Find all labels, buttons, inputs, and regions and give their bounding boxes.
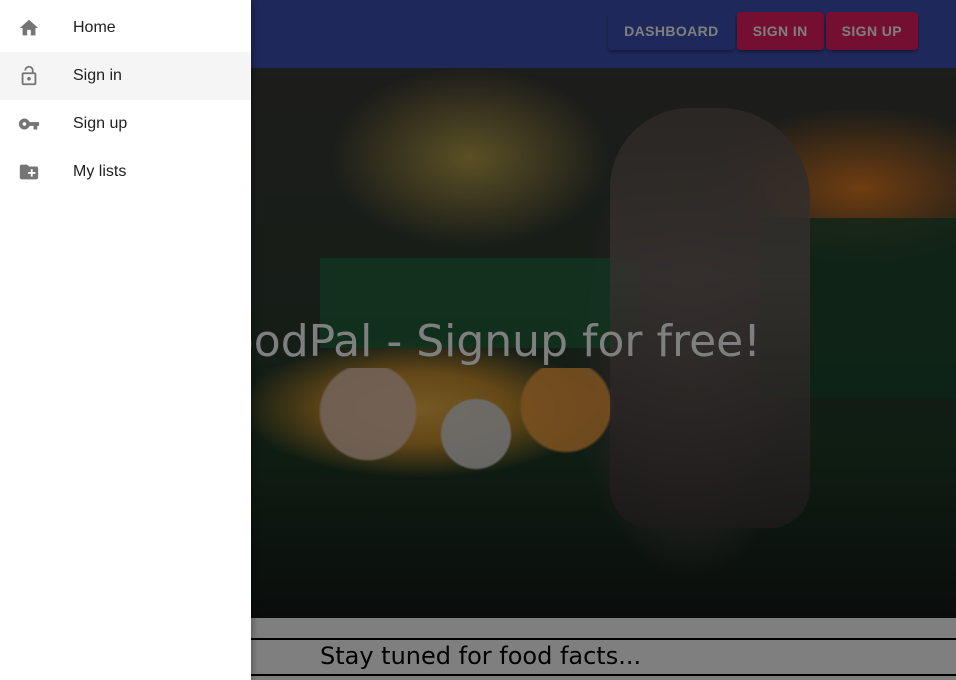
drawer-item-sign-up[interactable]: Sign up: [0, 100, 251, 148]
key-icon: [1, 113, 57, 135]
home-icon: [1, 17, 57, 39]
drawer-list: Home Sign in Sign up My lists: [0, 0, 251, 196]
folder-add-icon: [1, 161, 57, 183]
drawer-item-home[interactable]: Home: [0, 4, 251, 52]
lock-open-icon: [1, 65, 57, 87]
drawer-item-label: Home: [73, 19, 116, 36]
drawer-item-my-lists[interactable]: My lists: [0, 148, 251, 196]
navigation-drawer: Home Sign in Sign up My lists: [0, 0, 251, 680]
drawer-item-label: Sign in: [73, 67, 122, 84]
drawer-item-sign-in[interactable]: Sign in: [0, 52, 251, 100]
drawer-item-label: My lists: [73, 163, 127, 180]
drawer-item-label: Sign up: [73, 115, 128, 132]
